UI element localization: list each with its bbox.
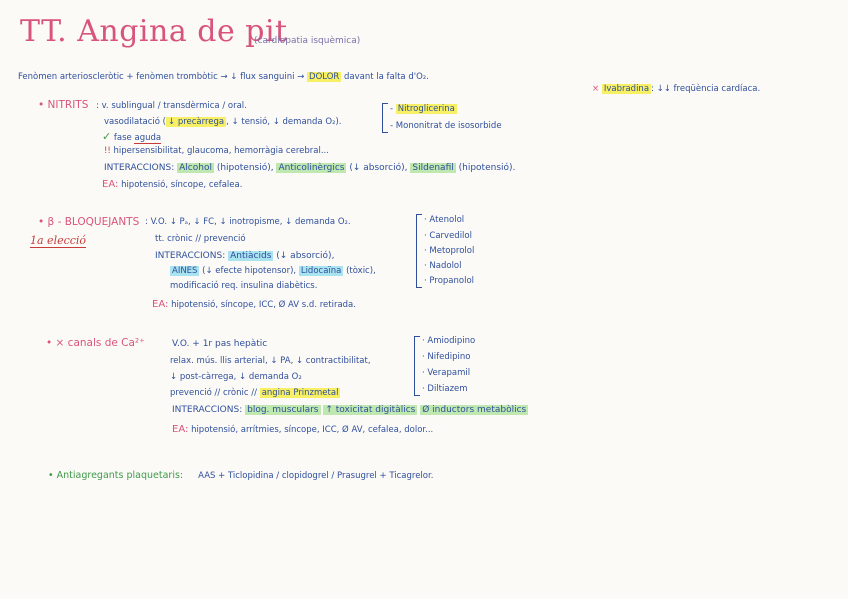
calcium-ea-text: hipotensió, arrítmies, síncope, ICC, Ø A… xyxy=(191,425,434,435)
intro-line: Fenòmen arterioscleròtic + fenòmen tromb… xyxy=(18,72,429,82)
beta-drug-5: · Propanolol xyxy=(424,276,475,286)
antiagregants-heading: Antiagregants plaquetaris: xyxy=(56,470,184,481)
calcium-inter-digitalics: ↑ toxicitat digitàlics xyxy=(323,405,418,415)
intro-post: davant la falta d'O₂. xyxy=(344,72,429,82)
calcium-line-4: prevenció // crònic // angina Prinzmetal xyxy=(170,388,341,398)
check-icon: ✓ xyxy=(102,130,112,143)
ivabradina-text: : ↓↓ freqüència cardíaca. xyxy=(651,84,761,94)
beta-line-1: : V.O. ↓ Pₐ, ↓ FC, ↓ inotropisme, ↓ dema… xyxy=(145,217,351,227)
nitrits-precarrega: ↓ precàrrega xyxy=(166,117,227,127)
calcium-heading: • × canals de Ca²⁺ xyxy=(46,337,145,349)
calcium-ea-label: EA: xyxy=(172,424,189,435)
beta-interaccions-2: AINES (↓ efecte hipotensor), Lidocaïna (… xyxy=(170,266,376,276)
beta-inter-antiacids: Antiàcids xyxy=(228,251,274,261)
beta-drug-carvedilol: Carvedilol xyxy=(429,231,472,241)
nitrits-fase: fase xyxy=(113,133,132,143)
calcium-drug-4: · Diltiazem xyxy=(422,384,468,394)
calcium-drug-1: · Amiodipino xyxy=(422,336,476,346)
beta-note: 1a elecció xyxy=(30,234,87,248)
nitrits-vaso-post: , ↓ tensió, ↓ demanda O₂). xyxy=(226,117,342,127)
beta-ea: EA: hipotensió, síncope, ICC, Ø AV s.d. … xyxy=(152,299,356,310)
beta-ea-text: hipotensió, síncope, ICC, Ø AV s.d. reti… xyxy=(171,300,356,310)
beta-inter-lidocaina-effect: (tòxic), xyxy=(346,266,376,276)
page-title: TT. Angina de pit xyxy=(20,14,288,49)
nitrits-vaso-pre: vasodilatació ( xyxy=(104,117,166,127)
calcium-drug-2: · Nifedipino xyxy=(422,352,471,362)
nitrits-inter-anticol: Anticolinèrgics xyxy=(276,163,347,173)
nitrits-inter-label: INTERACCIONS: xyxy=(104,163,175,173)
beta-drug-3: · Metoprolol xyxy=(424,246,475,256)
calcium-line-2: relax. mús. llis arterial, ↓ PA, ↓ contr… xyxy=(170,356,371,366)
beta-note-text: 1a elecció xyxy=(30,234,87,248)
nitrits-ea-text: hipotensió, síncope, cefalea. xyxy=(121,180,243,190)
calcium-drug-amiodipino: Amiodipino xyxy=(427,336,476,346)
calcium-inter-bloq: blog. musculars xyxy=(245,405,321,415)
beta-line-2: tt. crònic // prevenció xyxy=(155,234,246,244)
beta-drug-1: · Atenolol xyxy=(424,215,465,225)
nitrits-line-3: ✓ fase aguda xyxy=(102,130,162,144)
page-subtitle: (cardiopatia isquèmica) xyxy=(254,36,361,46)
antiagregants-line: • Antiagregants plaquetaris: AAS + Ticlo… xyxy=(48,470,433,481)
nitrits-heading: • NITRITS xyxy=(38,99,89,111)
beta-inter-aines-effect: (↓ efecte hipotensor), xyxy=(202,266,297,276)
beta-inter-antiacids-effect: (↓ absorció), xyxy=(276,251,335,261)
calcium-inter-label: INTERACCIONS: xyxy=(172,405,243,415)
calcium-drug-3: · Verapamil xyxy=(422,368,471,378)
beta-drug-metoprolol: Metoprolol xyxy=(429,246,475,256)
antiagregants-bullet: • xyxy=(48,470,54,481)
nitrits-ea: EA: hipotensió, síncope, cefalea. xyxy=(102,179,242,190)
calcium-title: × canals de Ca²⁺ xyxy=(55,337,145,349)
nitrits-line-2: vasodilatació (↓ precàrrega, ↓ tensió, ↓… xyxy=(104,117,341,127)
intro-highlight: DOLOR xyxy=(307,72,342,82)
warning-icon: !! xyxy=(104,146,111,156)
beta-drug-2: · Carvedilol xyxy=(424,231,472,241)
calcium-line-3: ↓ post-càrrega, ↓ demanda O₂ xyxy=(170,372,302,382)
calcium-prinzmetal: angina Prinzmetal xyxy=(259,388,341,398)
calcium-line-1: V.O. + 1r pas hepàtic xyxy=(172,339,268,349)
nitrits-drug-1: - Nitroglicerina xyxy=(390,104,457,114)
nitrits-inter-sildenafil-effect: (hipotensió). xyxy=(458,163,516,173)
beta-ea-label: EA: xyxy=(152,299,169,310)
nitrits-line-4: !! hipersensibilitat, glaucoma, hemorràg… xyxy=(104,146,329,156)
beta-inter-lidocaina: Lidocaïna xyxy=(298,266,344,276)
ivabradina-bullet: × xyxy=(592,84,600,94)
beta-drug-atenolol: Atenolol xyxy=(429,215,465,225)
calcium-ea: EA: hipotensió, arrítmies, síncope, ICC,… xyxy=(172,424,433,435)
nitrits-inter-alcohol-effect: (hipotensió), xyxy=(216,163,274,173)
calcium-interaccions: INTERACCIONS: blog. musculars ↑ toxicita… xyxy=(172,405,529,415)
nitrits-inter-anticol-effect: (↓ absorció), xyxy=(349,163,408,173)
nitrits-inter-alcohol: Alcohol xyxy=(177,163,214,173)
beta-inter-aines: AINES xyxy=(170,266,200,276)
nitrits-drug-nitroglicerina: Nitroglicerina xyxy=(395,104,457,114)
ivabradina-line: × Ivabradina: ↓↓ freqüència cardíaca. xyxy=(592,84,760,94)
nitrits-contra: hipersensibilitat, glaucoma, hemorràgia … xyxy=(113,146,329,156)
nitrits-brace xyxy=(382,103,388,133)
nitrits-ea-label: EA: xyxy=(102,179,119,190)
beta-line-5: modificació req. insulina diabètics. xyxy=(170,281,318,291)
beta-drug-4: · Nadolol xyxy=(424,261,462,271)
beta-title: β - BLOQUEJANTS xyxy=(47,216,140,228)
nitrits-title: NITRITS xyxy=(47,99,89,111)
intro-pre: Fenòmen arterioscleròtic + fenòmen tromb… xyxy=(18,72,305,82)
ivabradina-name: Ivabradina xyxy=(601,84,652,94)
calcium-drug-diltiazem: Diltiazem xyxy=(427,384,468,394)
beta-heading: • β - BLOQUEJANTS xyxy=(38,216,140,228)
calcium-brace xyxy=(414,336,420,396)
calcium-prevencio: prevenció // crònic // xyxy=(170,388,257,398)
beta-brace xyxy=(416,214,422,288)
nitrits-line-1: : v. sublingual / transdèrmica / oral. xyxy=(96,101,247,111)
nitrits-aguda: aguda xyxy=(134,133,162,144)
calcium-inter-inductors: Ø inductors metabòlics xyxy=(420,405,529,415)
beta-interaccions: INTERACCIONS: Antiàcids (↓ absorció), xyxy=(155,251,334,261)
beta-inter-label: INTERACCIONS: xyxy=(155,251,226,261)
calcium-drug-verapamil: Verapamil xyxy=(427,368,471,378)
beta-drug-propanolol: Propanolol xyxy=(429,276,475,286)
nitrits-drug-mononitrat: Mononitrat de isosorbide xyxy=(395,121,502,131)
nitrits-interaccions: INTERACCIONS: Alcohol (hipotensió), Anti… xyxy=(104,163,515,173)
nitrits-drug-2: - Mononitrat de isosorbide xyxy=(390,121,502,131)
nitrits-inter-sildenafil: Sildenafil xyxy=(410,163,456,173)
calcium-drug-nifedipino: Nifedipino xyxy=(427,352,471,362)
beta-drug-nadolol: Nadolol xyxy=(429,261,462,271)
antiagregants-text: AAS + Ticlopidina / clopidogrel / Prasug… xyxy=(198,471,434,481)
